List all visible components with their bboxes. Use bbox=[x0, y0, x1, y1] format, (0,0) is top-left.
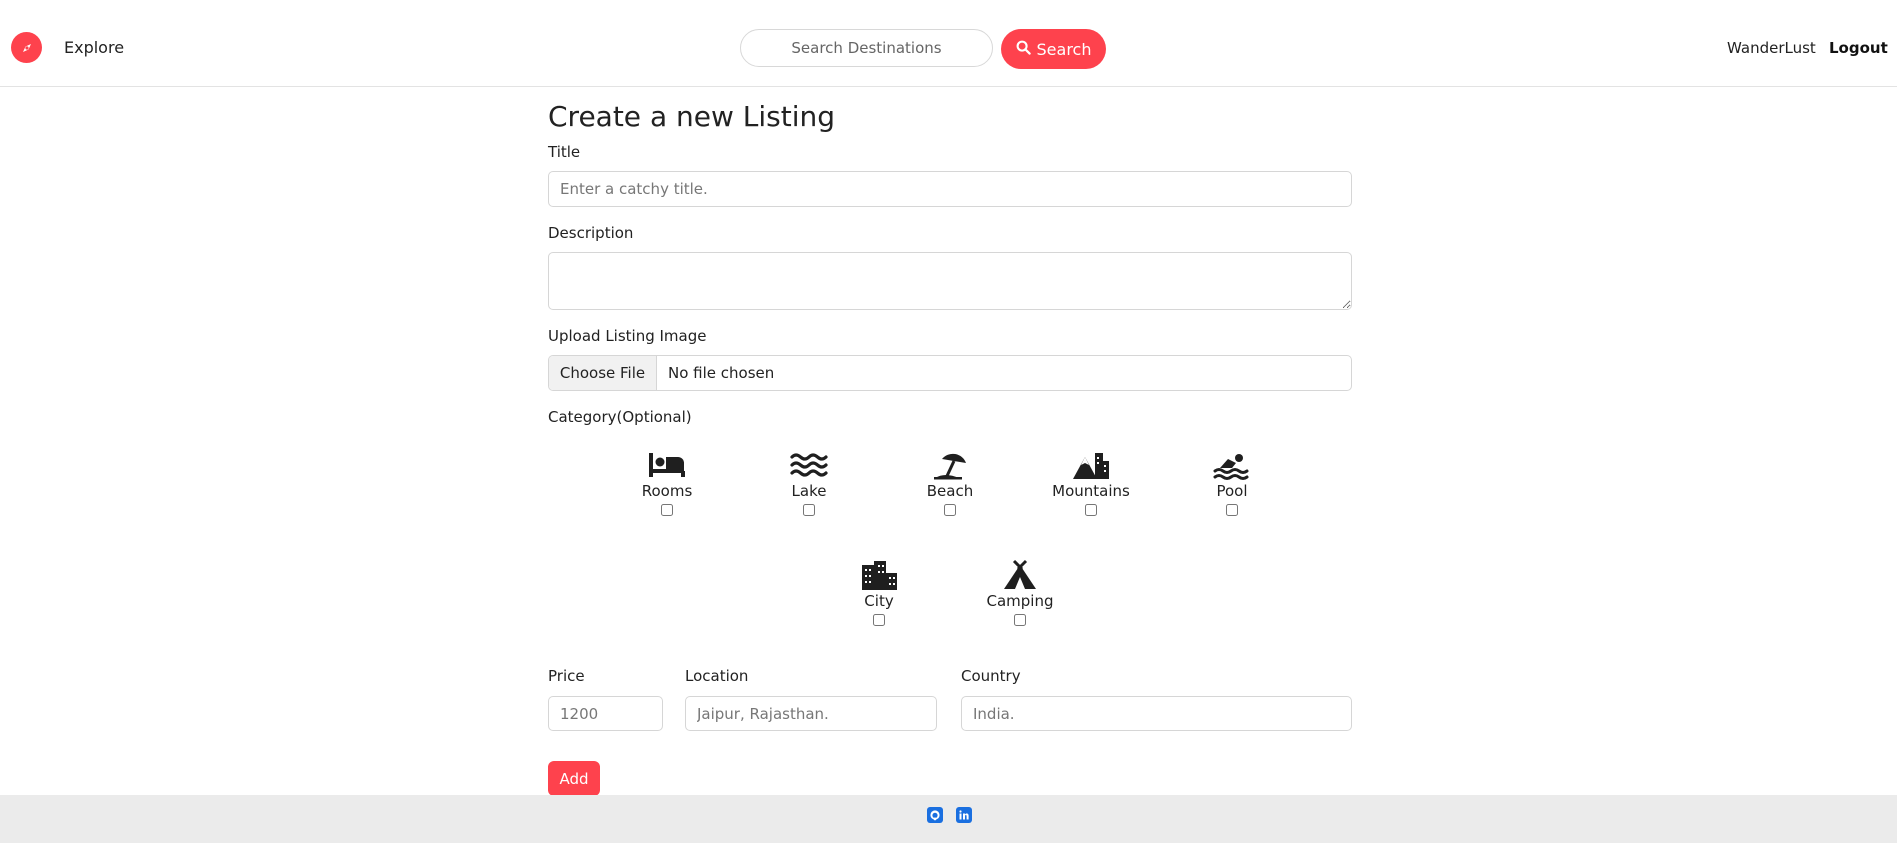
category-pool: Pool bbox=[1182, 449, 1282, 516]
category-beach-checkbox[interactable] bbox=[944, 504, 956, 516]
compass-logo-icon[interactable] bbox=[11, 32, 42, 63]
add-button[interactable]: Add bbox=[548, 761, 600, 796]
search-input[interactable] bbox=[740, 29, 993, 67]
title-input[interactable] bbox=[548, 171, 1352, 207]
person-swimming-icon bbox=[1212, 449, 1252, 481]
search-button[interactable]: Search bbox=[1001, 29, 1106, 69]
price-input[interactable] bbox=[548, 696, 663, 731]
category-camping: Camping bbox=[970, 559, 1070, 626]
city-icon bbox=[859, 559, 899, 591]
nav-user-link[interactable]: WanderLust bbox=[1727, 39, 1816, 57]
umbrella-beach-icon bbox=[930, 449, 970, 481]
category-lake-checkbox[interactable] bbox=[803, 504, 815, 516]
category-rooms-label: Rooms bbox=[641, 482, 693, 500]
category-rooms-checkbox[interactable] bbox=[661, 504, 673, 516]
category-beach-label: Beach bbox=[926, 482, 974, 500]
category-camping-label: Camping bbox=[986, 592, 1054, 610]
tent-icon bbox=[1000, 559, 1040, 591]
footer bbox=[0, 795, 1897, 843]
nav-logout-link[interactable]: Logout bbox=[1829, 39, 1888, 57]
description-label: Description bbox=[548, 224, 634, 242]
category-mountains: Mountains bbox=[1041, 449, 1141, 516]
linkedin-icon[interactable] bbox=[956, 807, 972, 823]
category-pool-label: Pool bbox=[1216, 482, 1248, 500]
category-label: Category(Optional) bbox=[548, 408, 692, 426]
category-city-checkbox[interactable] bbox=[873, 614, 885, 626]
category-mountains-checkbox[interactable] bbox=[1085, 504, 1097, 516]
category-lake-label: Lake bbox=[791, 482, 827, 500]
location-input[interactable] bbox=[685, 696, 937, 731]
description-textarea[interactable] bbox=[548, 252, 1352, 310]
bed-icon bbox=[647, 449, 687, 481]
choose-file-button[interactable]: Choose File bbox=[549, 356, 657, 390]
category-city-label: City bbox=[864, 592, 894, 610]
mountain-city-icon bbox=[1071, 449, 1111, 481]
country-label: Country bbox=[961, 667, 1021, 685]
category-lake: Lake bbox=[759, 449, 859, 516]
category-city: City bbox=[829, 559, 929, 626]
github-icon[interactable] bbox=[927, 807, 943, 823]
page-title: Create a new Listing bbox=[548, 100, 836, 133]
image-file-input[interactable]: Choose File No file chosen bbox=[548, 355, 1352, 391]
category-beach: Beach bbox=[900, 449, 1000, 516]
search-button-label: Search bbox=[1036, 39, 1092, 59]
location-label: Location bbox=[685, 667, 749, 685]
country-input[interactable] bbox=[961, 696, 1352, 731]
search-icon bbox=[1016, 40, 1031, 59]
image-label: Upload Listing Image bbox=[548, 327, 707, 345]
price-label: Price bbox=[548, 667, 585, 685]
category-mountains-label: Mountains bbox=[1052, 482, 1130, 500]
category-pool-checkbox[interactable] bbox=[1226, 504, 1238, 516]
file-status-text: No file chosen bbox=[668, 364, 775, 382]
title-label: Title bbox=[548, 143, 581, 161]
navbar: Explore Search WanderLust Logout bbox=[0, 0, 1897, 87]
category-camping-checkbox[interactable] bbox=[1014, 614, 1026, 626]
nav-explore-link[interactable]: Explore bbox=[64, 38, 124, 57]
water-icon bbox=[789, 449, 829, 481]
category-rooms: Rooms bbox=[617, 449, 717, 516]
